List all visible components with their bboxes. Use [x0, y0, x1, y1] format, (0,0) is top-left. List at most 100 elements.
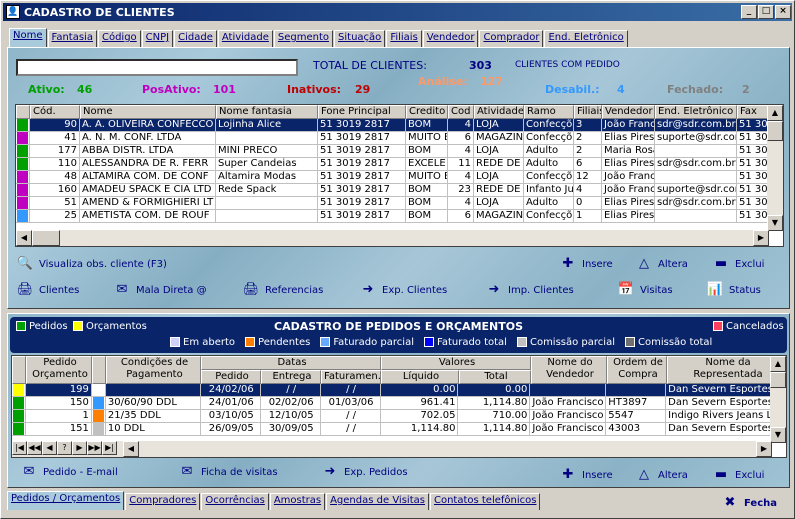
- header-representada[interactable]: Nome da Representada: [667, 356, 786, 384]
- tab-cidade[interactable]: Cidade: [174, 30, 217, 47]
- tab-fantasia[interactable]: Fantasia: [47, 30, 97, 47]
- scroll-up-icon[interactable]: ▲: [767, 105, 783, 121]
- next-record-icon[interactable]: ▶: [72, 441, 87, 455]
- next-page-icon[interactable]: ▶▶: [87, 441, 102, 455]
- column-header[interactable]: Credito: [406, 105, 448, 119]
- referencias-button[interactable]: 🖨 Referencias: [242, 282, 324, 298]
- export-clients-button[interactable]: ➜ Exp. Clientes: [359, 282, 448, 298]
- orders-vscroll[interactable]: ▲ ▼: [770, 356, 786, 443]
- header-vendedor[interactable]: Nome do Vendedor: [531, 356, 607, 384]
- scroll-down-icon[interactable]: ▼: [770, 427, 786, 443]
- first-record-icon[interactable]: |◀: [12, 441, 27, 455]
- tab-bottom-1[interactable]: Compradores: [125, 493, 201, 510]
- tab-situa-o[interactable]: Situação: [334, 30, 386, 47]
- edit-order-button[interactable]: △ Altera: [635, 467, 688, 483]
- scroll-left-icon[interactable]: ◀: [123, 441, 139, 457]
- delete-order-button[interactable]: ▬ Exclui: [712, 467, 765, 483]
- hscroll-thumb[interactable]: [32, 230, 60, 246]
- column-header[interactable]: Cód.: [30, 105, 80, 119]
- header-total[interactable]: Total: [459, 370, 531, 384]
- tab-end-eletr-nico[interactable]: End. Eletrônico: [544, 30, 628, 47]
- scroll-thumb[interactable]: [770, 372, 786, 388]
- column-header[interactable]: Nome: [80, 105, 216, 119]
- header-condicoes[interactable]: Condições de Pagamento: [106, 356, 201, 384]
- minimize-button[interactable]: _: [741, 5, 757, 19]
- tab-vendedor[interactable]: Vendedor: [422, 30, 479, 47]
- help-icon[interactable]: ?: [57, 441, 72, 455]
- scroll-right-icon[interactable]: ▶: [753, 230, 769, 246]
- tab-bottom-3[interactable]: Amostras: [269, 493, 326, 510]
- tab-nome[interactable]: Nome: [9, 28, 47, 47]
- insert-order-button[interactable]: ✚ Insere: [559, 467, 613, 483]
- prev-page-icon[interactable]: ◀◀: [27, 441, 42, 455]
- scroll-up-icon[interactable]: ▲: [770, 356, 786, 372]
- scroll-left-icon[interactable]: ◀: [16, 230, 32, 246]
- tab-bottom-5[interactable]: Contatos telefônicos: [429, 493, 541, 510]
- scroll-thumb[interactable]: [767, 121, 783, 141]
- table-row[interactable]: 48 ALTAMIRA COM. DE CONF Altamira Modas 51 …: [16, 171, 783, 184]
- visitas-button[interactable]: 📅 Visitas: [617, 282, 673, 298]
- table-row[interactable]: 110 ALESSANDRA DE R. FERR Super Candeias 51…: [16, 158, 783, 171]
- header-ordem-compra[interactable]: Ordem de Compra: [607, 356, 667, 384]
- tab-bottom-4[interactable]: Agendas de Visitas: [326, 493, 429, 510]
- tab-comprador[interactable]: Comprador: [479, 30, 544, 47]
- orders-hscroll[interactable]: |◀ ◀◀ ◀ ? ▶ ▶▶ ▶| ◀ ▶: [12, 441, 772, 457]
- header-data-entrega[interactable]: Entrega: [261, 370, 321, 384]
- clients-hscroll[interactable]: ◀ ▶: [16, 230, 769, 246]
- column-header[interactable]: End. Eletrônico: [655, 105, 737, 119]
- column-header[interactable]: Ramo: [524, 105, 574, 119]
- header-data-pedido[interactable]: Pedido: [201, 370, 261, 384]
- table-row[interactable]: 90 A. A. OLIVEIRA CONFECCO Lojinha Alice 51…: [16, 119, 783, 132]
- header-state[interactable]: [92, 356, 106, 384]
- tab-segmento[interactable]: Segmento: [273, 30, 334, 47]
- search-input[interactable]: [16, 59, 298, 76]
- status-button[interactable]: 📊 Status: [706, 282, 761, 298]
- insert-client-button[interactable]: ✚ Insere: [559, 256, 613, 272]
- maximize-button[interactable]: □: [758, 5, 774, 19]
- column-header[interactable]: Filiais: [574, 105, 602, 119]
- last-record-icon[interactable]: ▶|: [102, 441, 117, 455]
- close-form-button[interactable]: ✖ Fecha: [721, 495, 777, 511]
- clientes-button[interactable]: 🖨 Clientes: [16, 282, 80, 298]
- table-row[interactable]: 160 AMADEU SPACK E CIA LTD Rede Spack 51 30…: [16, 184, 783, 197]
- table-row[interactable]: 41 A. N. M. CONF. LTDA 51 3019 2817 MUITO B…: [16, 132, 783, 145]
- tab-bottom-2[interactable]: Ocorrências: [201, 493, 269, 510]
- table-row[interactable]: 177 ABBA DISTR. LTDA MINI PRECO 51 3019 281…: [16, 145, 783, 158]
- import-clients-button[interactable]: ➜ Imp. Clientes: [485, 282, 574, 298]
- column-header[interactable]: Atividade: [474, 105, 524, 119]
- column-header[interactable]: Fone Principal: [318, 105, 406, 119]
- column-header[interactable]: Vendedor: [602, 105, 655, 119]
- scroll-right-icon[interactable]: ▶: [756, 441, 772, 457]
- column-header[interactable]: Cod: [448, 105, 474, 119]
- pedido-email-button[interactable]: ✉ Pedido - E-mail: [20, 464, 118, 480]
- clients-vscroll[interactable]: ▲ ▼: [767, 105, 783, 231]
- header-indicator[interactable]: [12, 356, 26, 384]
- edit-client-button[interactable]: △ Altera: [635, 256, 688, 272]
- table-row[interactable]: 199 24/02/06/ / / /0.00 0.00 Dan Severn Espo…: [12, 384, 786, 397]
- table-row[interactable]: 150 30/60/90 DDL 24/01/06 02/02/06 01/03/06 9…: [12, 397, 786, 410]
- table-row[interactable]: 51 AMEND & FORMIGHIERI LT 51 3019 2817 BOM 4…: [16, 197, 783, 210]
- header-liquido[interactable]: Líquido: [381, 370, 459, 384]
- header-pedido-orcamento[interactable]: Pedido Orçamento: [26, 356, 92, 384]
- prev-record-icon[interactable]: ◀: [42, 441, 57, 455]
- tab-bottom-0[interactable]: Pedidos / Orçamentos: [7, 491, 125, 510]
- ficha-visitas-button[interactable]: ✉ Ficha de visitas: [178, 464, 278, 480]
- column-header[interactable]: Nome fantasia: [216, 105, 318, 119]
- header-datas[interactable]: Datas: [201, 356, 381, 370]
- mala-direta-button[interactable]: ✉ Mala Direta @: [113, 282, 207, 298]
- table-row[interactable]: 1 21/35 DDL 03/10/05 12/10/05/ /702.05 710.0…: [12, 410, 786, 423]
- export-orders-button[interactable]: ➜ Exp. Pedidos: [321, 464, 408, 480]
- header-valores[interactable]: Valores: [381, 356, 531, 370]
- view-notes-button[interactable]: 🔍 Visualiza obs. cliente (F3): [16, 256, 167, 272]
- tab-cnpj[interactable]: CNPJ: [141, 30, 174, 47]
- tab-filiais[interactable]: Filiais: [386, 30, 422, 47]
- table-row[interactable]: 151 10 DDL 26/09/05 30/09/05/ /1,114.80 1,11…: [12, 423, 786, 436]
- scroll-down-icon[interactable]: ▼: [767, 215, 783, 231]
- cell-email: sdr@sdr.com.br: [655, 158, 737, 171]
- tab-atividade[interactable]: Atividade: [217, 30, 273, 47]
- table-row[interactable]: 25 AMETISTA COM. DE ROUF 51 3019 2817 BOM 6 M…: [16, 210, 783, 223]
- tab-c-digo[interactable]: Código: [97, 30, 141, 47]
- delete-client-button[interactable]: ▬ Exclui: [712, 256, 765, 272]
- header-data-faturamento[interactable]: Faturamen.: [321, 370, 381, 384]
- close-button[interactable]: ×: [775, 5, 791, 19]
